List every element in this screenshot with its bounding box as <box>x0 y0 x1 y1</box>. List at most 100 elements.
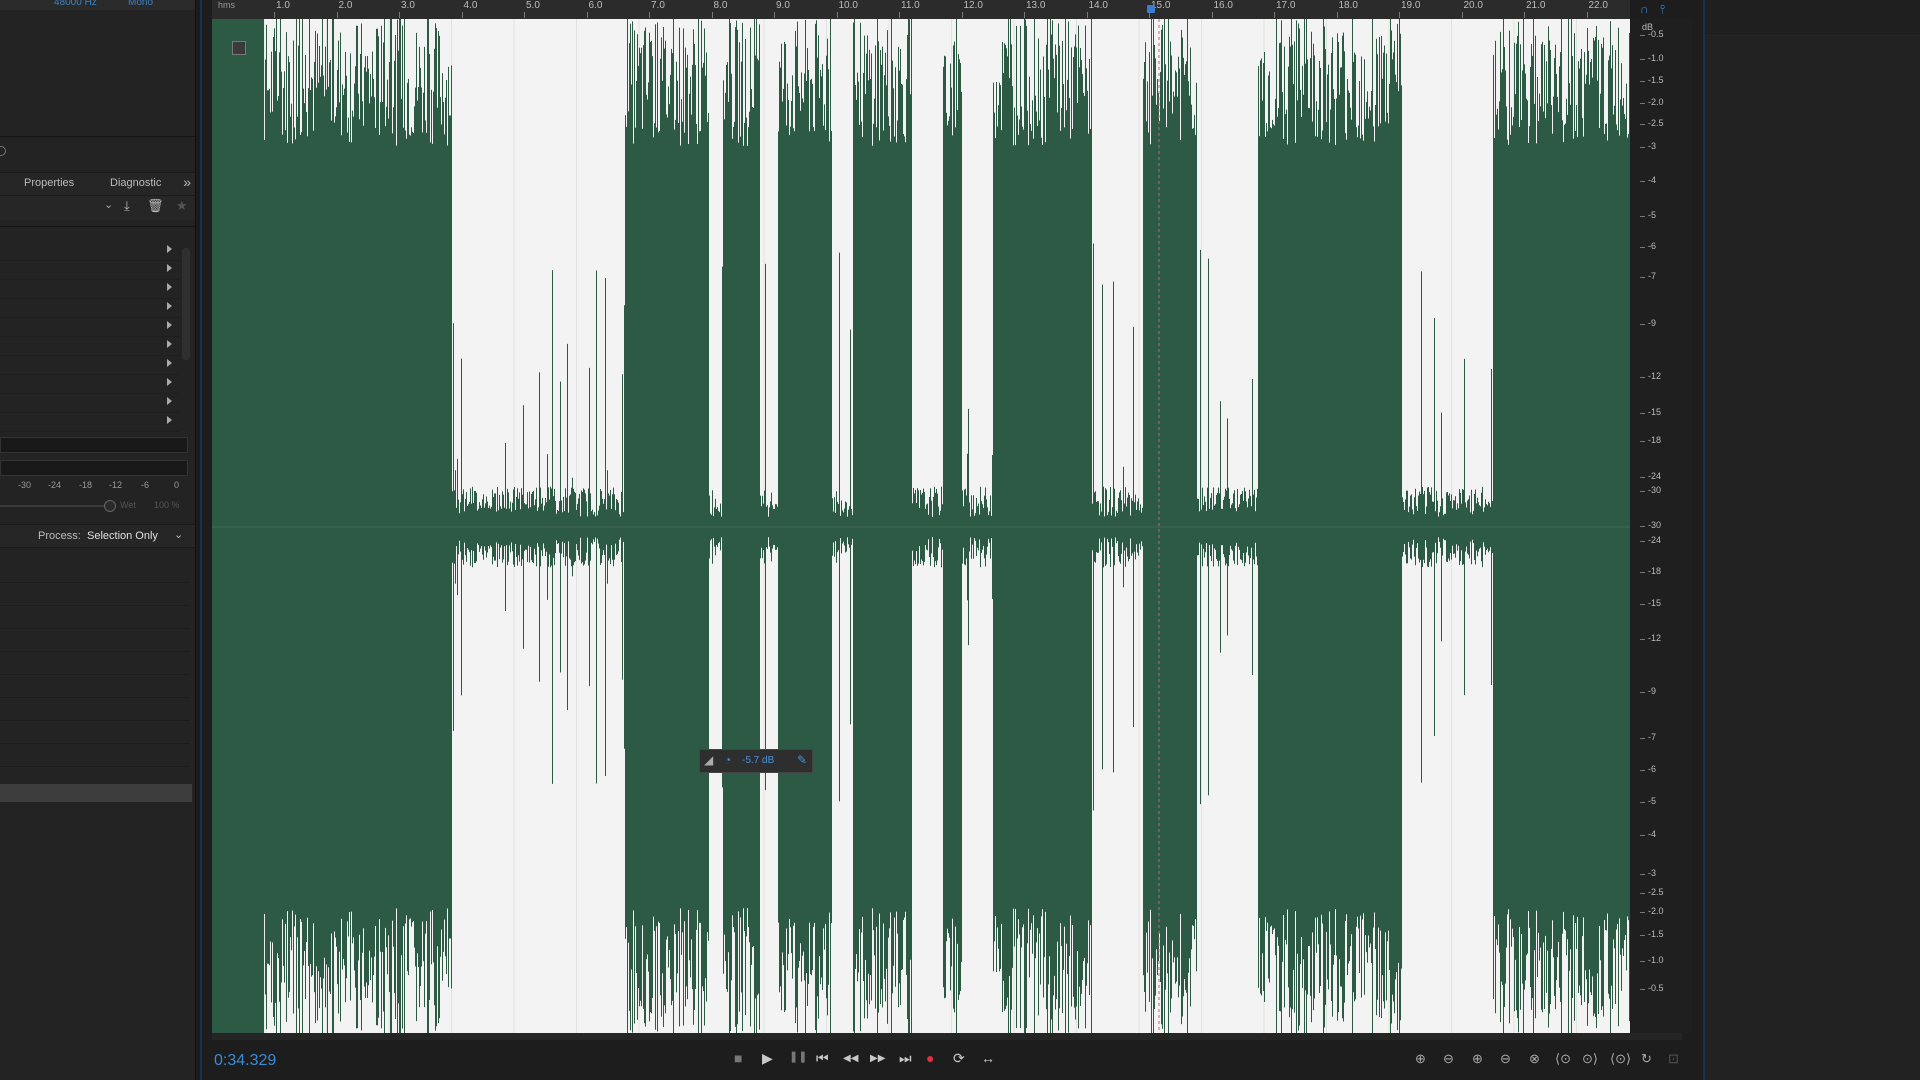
effect-slot[interactable] <box>0 299 180 318</box>
zoom-in-time-icon[interactable]: ⊕ <box>1472 1051 1483 1067</box>
effect-list-scrollbar[interactable] <box>182 248 190 360</box>
db-scale-label: -7 <box>1639 271 1657 281</box>
effect-slot[interactable] <box>0 394 180 413</box>
panel-row <box>0 560 190 583</box>
expand-arrow-icon[interactable] <box>167 283 172 291</box>
collapse-handle-icon[interactable] <box>0 146 6 156</box>
effect-slot[interactable] <box>0 242 180 261</box>
db-scale-label: -1.5 <box>1640 75 1664 85</box>
meter-scale-label: -24 <box>48 480 62 490</box>
waveform-display[interactable]: ◢ ◔ -5.7 dB ✎ <box>212 19 1630 1033</box>
meter-scale-label: -30 <box>18 480 32 490</box>
effect-slot[interactable] <box>0 280 180 299</box>
db-scale-label: -5 <box>1639 210 1657 220</box>
loop-button[interactable]: ⟳ <box>953 1050 965 1070</box>
db-scale-label: -12 <box>1639 633 1662 643</box>
pause-button[interactable]: ❚❚ <box>789 1050 807 1070</box>
expand-arrow-icon[interactable] <box>167 264 172 272</box>
mix-slider-knob[interactable] <box>104 500 116 512</box>
ruler-tick-label: 5.0 <box>526 0 540 11</box>
ruler-tick-label: 16.0 <box>1213 0 1233 11</box>
time-ruler[interactable]: hms 1.0 2.0 3.0 4.0 5.0 6.0 7.0 8.0 9.0 10.0 11.0 1… <box>212 0 1630 19</box>
delete-preset-icon[interactable]: 🗑 <box>147 198 164 214</box>
volume-ramp-icon: ◢ <box>704 753 714 767</box>
horizontal-scrollbar[interactable] <box>212 1033 1682 1040</box>
expand-arrow-icon[interactable] <box>167 340 172 348</box>
ruler-tick-label: 17.0 <box>1276 0 1296 11</box>
expand-arrow-icon[interactable] <box>167 378 172 386</box>
db-scale-label: -18 <box>1639 435 1662 445</box>
db-scale-label: -7 <box>1639 732 1657 742</box>
effect-slot[interactable] <box>0 318 180 337</box>
zoom-out-point-icon[interactable]: ⊙⟩ <box>1582 1051 1598 1067</box>
ruler-tick-label: 20.0 <box>1463 0 1483 11</box>
record-button[interactable]: ● <box>926 1050 934 1070</box>
mix-slider-track[interactable] <box>0 505 105 507</box>
waveform-graphic <box>212 19 1630 1033</box>
expand-arrow-icon[interactable] <box>167 397 172 405</box>
expand-arrow-icon[interactable] <box>167 321 172 329</box>
effect-slot[interactable] <box>0 261 180 280</box>
favorite-star-icon[interactable]: ★ <box>176 198 188 214</box>
panel-scroll-bar[interactable] <box>0 784 192 802</box>
db-scale-label: -2.0 <box>1640 97 1664 107</box>
pin-icon[interactable]: ⫯ <box>1660 2 1665 17</box>
zoom-reset-icon[interactable]: ⊡ <box>1668 1051 1679 1067</box>
waveform-editor: hms 1.0 2.0 3.0 4.0 5.0 6.0 7.0 8.0 9.0 10.0 11.0 1… <box>200 0 1705 1080</box>
effect-slot[interactable] <box>0 413 180 432</box>
move-to-start-button[interactable]: ⏮ <box>816 1050 829 1070</box>
more-tabs-icon[interactable]: » <box>183 174 191 190</box>
skip-selection-button[interactable]: ↔ <box>981 1050 995 1070</box>
zoom-out-time-icon[interactable]: ⊖ <box>1500 1051 1511 1067</box>
ruler-tick-label: 22.0 <box>1588 0 1608 11</box>
process-select[interactable]: Selection Only <box>87 530 158 542</box>
ruler-tick-label: 1.0 <box>276 0 290 11</box>
zoom-in-point-icon[interactable]: ⟨⊙ <box>1555 1051 1571 1067</box>
effect-slot[interactable] <box>0 356 180 375</box>
effect-slot[interactable] <box>0 337 180 356</box>
panel-row <box>0 744 190 767</box>
preset-dropdown-chevron-icon[interactable]: ⌄ <box>104 198 113 211</box>
volume-hud[interactable]: ◢ ◔ -5.7 dB ✎ <box>699 749 813 773</box>
expand-arrow-icon[interactable] <box>167 416 172 424</box>
waveform-path <box>212 19 1630 1033</box>
db-scale-label: -5 <box>1639 796 1657 806</box>
expand-arrow-icon[interactable] <box>167 359 172 367</box>
db-scale-label: -30 <box>1639 485 1662 495</box>
zoom-tracks-icon[interactable]: ↻ <box>1641 1051 1652 1067</box>
play-button[interactable]: ▶ <box>762 1050 773 1070</box>
panel-row <box>0 583 190 606</box>
panel-row <box>0 675 190 698</box>
zoom-full-icon[interactable]: ⊗ <box>1529 1051 1540 1067</box>
ruler-tick-label: 7.0 <box>651 0 665 11</box>
ruler-tick-label: 13.0 <box>1026 0 1046 11</box>
meter-scale: -30 -24 -18 -12 -6 0 <box>0 480 186 492</box>
tab-diagnostic[interactable]: Diagnostic <box>110 177 161 189</box>
zoom-in-amplitude-icon[interactable]: ⊕ <box>1415 1051 1426 1067</box>
fast-forward-button[interactable]: ▶▶ <box>870 1053 885 1073</box>
expand-arrow-icon[interactable] <box>167 302 172 310</box>
stop-button[interactable]: ■ <box>734 1050 742 1070</box>
move-to-end-button[interactable]: ⏭ <box>899 1050 912 1070</box>
panel-tabs: Properties Diagnostic » <box>0 172 195 196</box>
zoom-selection-icon[interactable]: ⟨⊙⟩ <box>1610 1051 1631 1067</box>
process-chevron-icon[interactable]: ⌄ <box>174 528 183 541</box>
ruler-tick-label: 10.0 <box>838 0 858 11</box>
volume-knob-icon[interactable]: ◔ <box>724 753 731 767</box>
right-panel <box>1705 0 1920 1080</box>
db-scale-label: -30 <box>1639 520 1662 530</box>
expand-arrow-icon[interactable] <box>167 245 172 253</box>
zoom-out-amplitude-icon[interactable]: ⊖ <box>1443 1051 1454 1067</box>
hud-toggle-icon[interactable] <box>232 41 246 55</box>
effect-slot[interactable] <box>0 375 180 394</box>
meter-scale-label: -12 <box>109 480 123 490</box>
volume-hud-value[interactable]: -5.7 dB <box>742 755 774 766</box>
panel-divider <box>0 226 195 227</box>
playhead-marker-icon[interactable] <box>1147 5 1155 13</box>
process-label: Process: <box>38 530 81 542</box>
tab-properties[interactable]: Properties <box>24 177 74 189</box>
snap-magnet-icon[interactable]: ∩ <box>1640 2 1649 16</box>
pin-hud-icon[interactable]: ✎ <box>797 753 807 767</box>
save-preset-icon[interactable]: ⤓ <box>124 198 130 214</box>
rewind-button[interactable]: ◀◀ <box>843 1053 858 1073</box>
